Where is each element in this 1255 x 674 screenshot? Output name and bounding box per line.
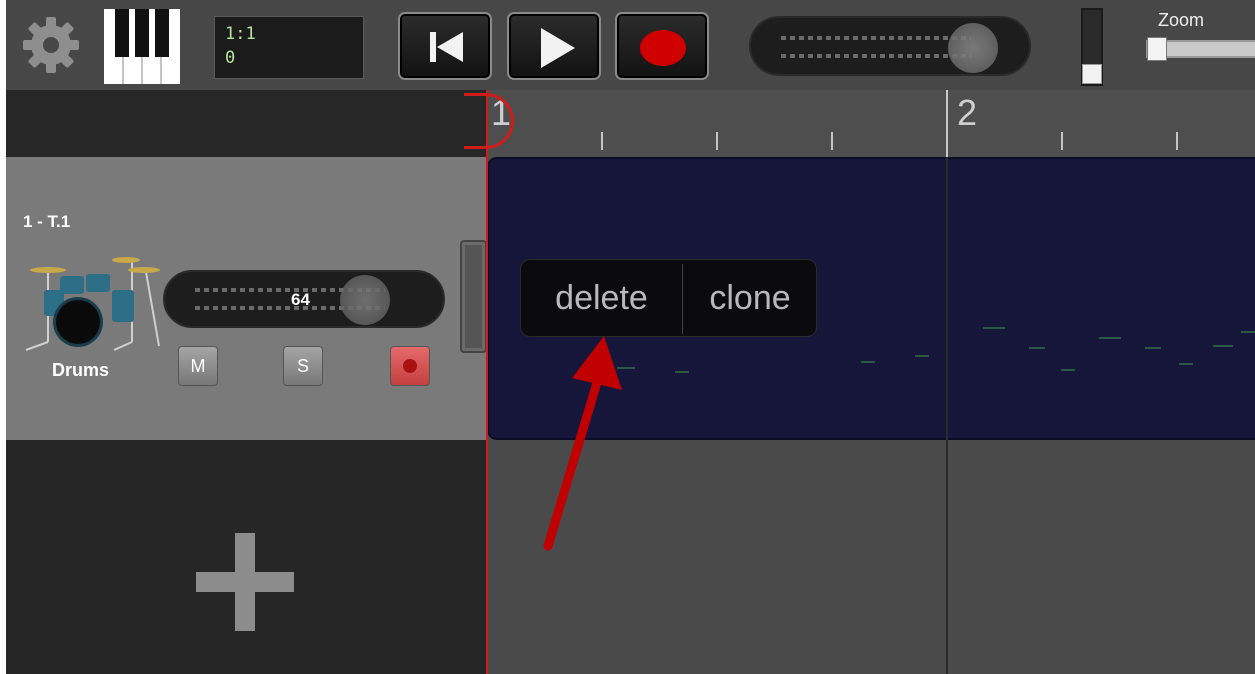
midi-note — [1145, 347, 1161, 349]
midi-note — [1099, 337, 1121, 339]
mute-button[interactable]: M — [178, 346, 218, 386]
track-list-header — [6, 90, 487, 157]
record-icon — [403, 359, 417, 373]
slider-dots — [781, 36, 971, 40]
bar-label: 2 — [957, 92, 978, 133]
toolbar: 1:1 0 Zoom — [6, 0, 1255, 90]
midi-note — [1241, 331, 1255, 333]
midi-note — [983, 327, 1005, 329]
bar-grid-line — [946, 157, 948, 674]
add-track-button[interactable] — [196, 533, 294, 631]
midi-note — [861, 361, 875, 363]
timeline-ruler[interactable]: 1 2 — [487, 90, 1255, 157]
drum-kit-icon — [25, 257, 160, 351]
rewind-button[interactable] — [398, 12, 492, 80]
track-title: 1 - T.1 — [23, 212, 71, 231]
position-bar-beat: 1:1 — [225, 24, 256, 44]
midi-note — [915, 355, 929, 357]
midi-note — [1213, 345, 1233, 347]
delete-menu-item[interactable]: delete — [521, 260, 682, 336]
track-name: Drums — [52, 360, 110, 380]
slider-dots — [781, 54, 971, 58]
gear-icon[interactable] — [20, 14, 82, 76]
volume-vertical-knob[interactable] — [1082, 64, 1102, 84]
track-volume-knob[interactable] — [340, 275, 390, 325]
midi-note — [617, 367, 635, 369]
piano-keys-icon[interactable] — [104, 9, 180, 84]
record-icon — [640, 30, 686, 66]
add-track-panel — [6, 440, 487, 674]
zoom-label: Zoom — [1158, 10, 1205, 30]
region-context-menu: delete clone — [520, 259, 817, 337]
position-display: 1:1 0 — [214, 16, 364, 79]
track-record-arm-button[interactable] — [390, 346, 430, 386]
slider-knob[interactable] — [948, 23, 998, 73]
beat-tick — [831, 132, 833, 150]
position-tick: 0 — [225, 48, 236, 68]
track-volume-slider[interactable]: 64 — [163, 270, 445, 328]
app-window: 1:1 0 Zoom 1 - T.1 Drums 64 M S 1 2 dele… — [6, 0, 1255, 674]
master-slider[interactable] — [749, 16, 1031, 76]
midi-note — [1179, 363, 1193, 365]
track-header-drums[interactable]: 1 - T.1 Drums 64 M S — [6, 157, 487, 440]
solo-button[interactable]: S — [283, 346, 323, 386]
beat-tick — [601, 132, 603, 150]
bar-line — [946, 90, 948, 157]
tracks-area[interactable] — [487, 157, 1255, 674]
midi-note — [675, 371, 689, 373]
track-volume-value: 64 — [291, 290, 310, 309]
record-button[interactable] — [615, 12, 709, 80]
skip-back-icon — [430, 32, 463, 62]
midi-note — [1029, 347, 1045, 349]
track-resize-handle[interactable] — [460, 240, 487, 353]
beat-tick — [1176, 132, 1178, 150]
play-icon — [541, 28, 575, 68]
clone-menu-item[interactable]: clone — [683, 260, 817, 336]
beat-tick — [1061, 132, 1063, 150]
midi-note — [1061, 369, 1075, 371]
play-button[interactable] — [507, 12, 601, 80]
zoom-slider-thumb[interactable] — [1147, 37, 1167, 61]
beat-tick — [716, 132, 718, 150]
playhead[interactable] — [486, 90, 488, 674]
